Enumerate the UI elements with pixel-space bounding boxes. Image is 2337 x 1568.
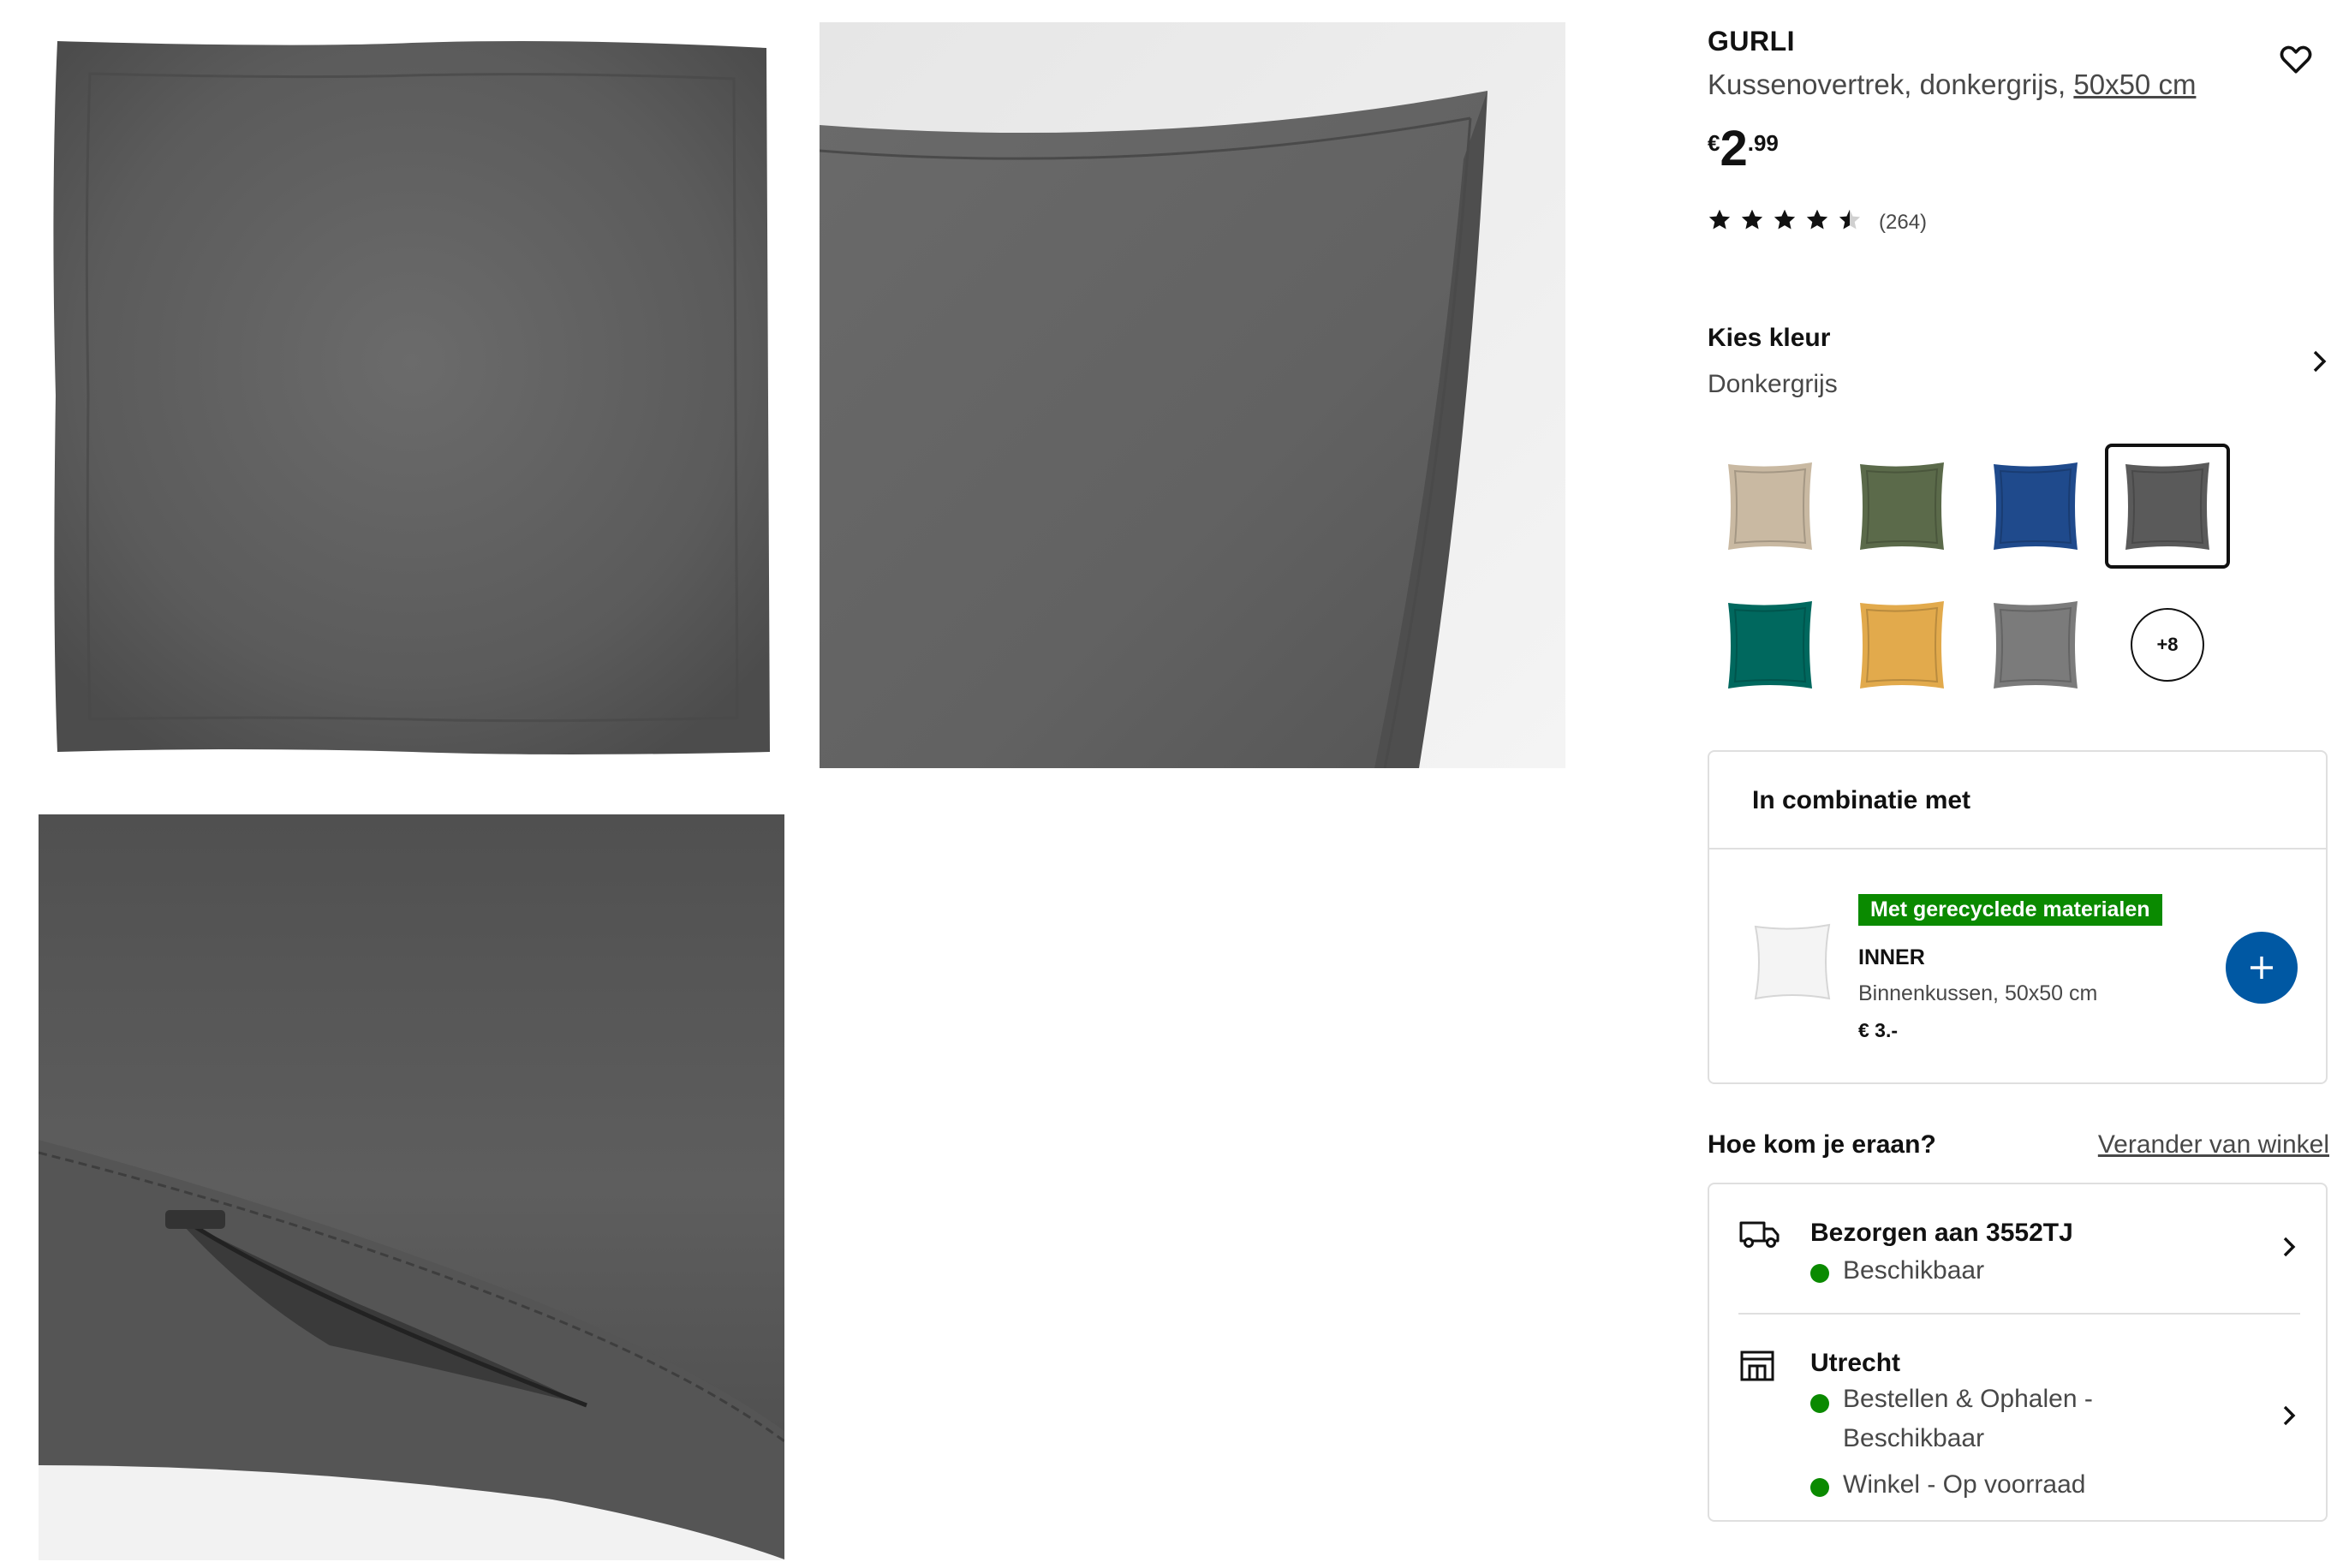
heart-icon bbox=[2280, 45, 2312, 74]
price-integer: 2 bbox=[1720, 121, 1748, 176]
product-image-front[interactable] bbox=[39, 22, 784, 768]
pillow-thumbnail bbox=[1994, 462, 2078, 550]
store-option[interactable]: Utrecht Bestellen & Ophalen - Beschikbaa… bbox=[1709, 1315, 2326, 1522]
pillow-angle-photo bbox=[820, 22, 1565, 768]
color-swatch-grey[interactable] bbox=[1973, 582, 2098, 707]
truck-icon bbox=[1738, 1219, 1780, 1254]
change-store-link[interactable]: Verander van winkel bbox=[2098, 1130, 2329, 1160]
store-status-1: Bestellen & Ophalen - Beschikbaar bbox=[1810, 1385, 2102, 1458]
store-status-2-text: Winkel - Op voorraad bbox=[1843, 1470, 2086, 1499]
color-swatch-green[interactable] bbox=[1839, 444, 1964, 569]
color-swatch-blue[interactable] bbox=[1973, 444, 2098, 569]
delivery-option[interactable]: Bezorgen aan 3552TJ Beschikbaar bbox=[1709, 1184, 2326, 1313]
star-icon bbox=[1773, 208, 1797, 236]
product-image-zipper[interactable] bbox=[39, 814, 784, 1560]
chevron-right-icon bbox=[2281, 1236, 2297, 1262]
rating-count: (264) bbox=[1879, 210, 1928, 234]
combination-product-description: Binnenkussen, 50x50 cm bbox=[1858, 981, 2098, 1005]
price-decimal: .99 bbox=[1747, 130, 1779, 156]
combination-product-price: € 3.- bbox=[1858, 1019, 1899, 1041]
availability-card: Bezorgen aan 3552TJ Beschikbaar Utrecht … bbox=[1708, 1183, 2328, 1522]
pillow-thumbnail bbox=[1728, 601, 1812, 689]
combination-card: In combinatie met Met gerecyclede materi… bbox=[1708, 750, 2328, 1084]
plus-icon bbox=[2251, 957, 2273, 979]
product-price: € 2 .99 bbox=[1708, 122, 1779, 176]
selected-color: Donkergrijs bbox=[1708, 370, 1838, 398]
color-swatch-dark-grey[interactable] bbox=[2105, 444, 2230, 569]
delivery-status-text: Beschikbaar bbox=[1843, 1256, 1985, 1285]
color-swatch-yellow[interactable] bbox=[1839, 582, 1964, 707]
status-dot bbox=[1810, 1264, 1829, 1283]
pillow-front-photo bbox=[39, 22, 784, 768]
availability-title: Hoe kom je eraan? bbox=[1708, 1130, 1936, 1159]
store-title: Utrecht bbox=[1810, 1349, 1901, 1377]
combination-product-name[interactable]: INNER bbox=[1858, 945, 1925, 970]
favorite-button[interactable] bbox=[2273, 36, 2319, 82]
store-status-2: Winkel - Op voorraad bbox=[1810, 1470, 2085, 1499]
color-swatch-beige[interactable] bbox=[1708, 444, 1833, 569]
pillow-thumbnail bbox=[2125, 462, 2209, 550]
store-status-1-text: Bestellen & Ophalen - Beschikbaar bbox=[1843, 1385, 2093, 1452]
pillow-zipper-photo bbox=[39, 814, 784, 1560]
delivery-status: Beschikbaar bbox=[1810, 1256, 1984, 1285]
pillow-thumbnail bbox=[1860, 462, 1944, 550]
color-label: Kies kleur bbox=[1708, 324, 1831, 352]
status-dot bbox=[1810, 1478, 1829, 1497]
combination-title: In combinatie met bbox=[1752, 786, 1971, 814]
add-to-cart-button[interactable] bbox=[2226, 932, 2298, 1004]
product-name: GURLI bbox=[1708, 26, 1796, 57]
divider bbox=[1709, 848, 2326, 850]
product-description: Kussenovertrek, donkergrijs, 50x50 cm bbox=[1708, 69, 2196, 101]
inner-cushion-thumbnail[interactable] bbox=[1750, 920, 1834, 1004]
rating[interactable]: (264) bbox=[1708, 208, 1927, 236]
product-description-text: Kussenovertrek, donkergrijs, bbox=[1708, 69, 2066, 100]
star-icon bbox=[1805, 208, 1829, 236]
color-selector[interactable]: Kies kleur Donkergrijs bbox=[1708, 324, 2329, 409]
color-swatch-teal[interactable] bbox=[1708, 582, 1833, 707]
rating-stars bbox=[1708, 208, 1862, 236]
price-currency: € bbox=[1708, 130, 1720, 156]
more-colors-button[interactable]: +8 bbox=[2131, 608, 2204, 682]
store-icon bbox=[1738, 1349, 1776, 1387]
status-dot bbox=[1810, 1394, 1829, 1413]
product-image-angle[interactable] bbox=[820, 22, 1565, 768]
star-icon bbox=[1838, 208, 1862, 236]
chevron-right-icon bbox=[2281, 1404, 2297, 1431]
recycled-badge: Met gerecyclede materialen bbox=[1858, 894, 2162, 926]
pillow-thumbnail bbox=[1860, 601, 1944, 689]
delivery-title: Bezorgen aan 3552TJ bbox=[1810, 1219, 2073, 1247]
star-icon bbox=[1740, 208, 1764, 236]
size-link[interactable]: 50x50 cm bbox=[2073, 69, 2196, 100]
pillow-thumbnail bbox=[1728, 462, 1812, 550]
pillow-thumbnail bbox=[1994, 601, 2078, 689]
chevron-right-icon bbox=[2310, 349, 2329, 378]
star-icon bbox=[1708, 208, 1732, 236]
